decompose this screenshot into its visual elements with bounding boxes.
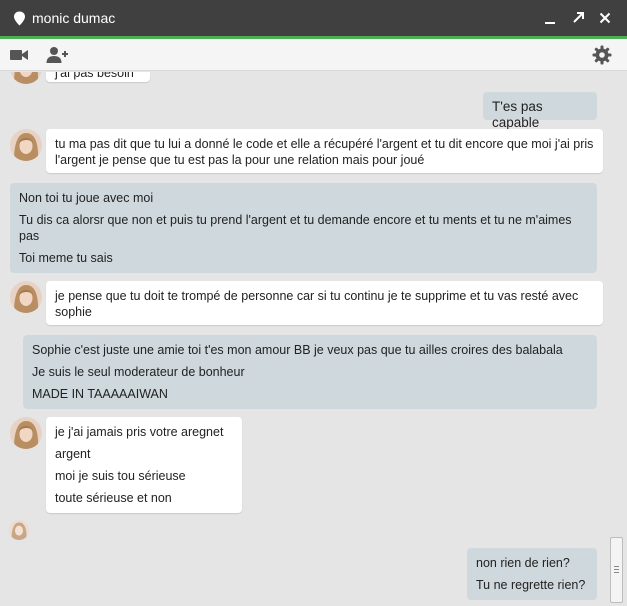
contact-avatar[interactable]	[10, 417, 42, 449]
seen-by-avatar	[9, 520, 29, 540]
incoming-message: je j'ai jamais pris votre aregnet argent…	[46, 417, 242, 513]
message-line: moi je suis tou sérieuse	[55, 469, 186, 483]
settings-button[interactable]	[590, 44, 614, 66]
incoming-message: je pense que tu doit te trompé de person…	[46, 281, 603, 325]
message-line: Tu dis ca alorsr que non et puis tu pren…	[19, 213, 572, 243]
outgoing-message: Sophie c'est juste une amie toi t'es mon…	[23, 335, 597, 409]
contact-avatar[interactable]	[10, 281, 42, 313]
message-list[interactable]: j'ai pas besoin T'es pas capable tu ma p…	[0, 72, 627, 606]
window-title: monic dumac	[32, 10, 116, 26]
outgoing-message: non rien de rien? Tu ne regrette rien?	[467, 548, 597, 600]
location-pin-icon	[14, 11, 25, 26]
scrollbar-grip-line	[614, 566, 619, 567]
contact-avatar-photo	[10, 281, 42, 313]
outgoing-message: T'es pas capable	[483, 92, 597, 130]
contact-avatar[interactable]	[10, 129, 42, 161]
chat-toolbar	[0, 39, 627, 71]
message-line: Sophie c'est juste une amie toi t'es mon…	[32, 343, 563, 357]
message-line: Toi meme tu sais	[19, 251, 113, 265]
minimize-button[interactable]	[542, 10, 558, 26]
message-line: T'es pas capable	[492, 99, 543, 130]
contact-avatar-photo	[10, 129, 42, 161]
message-scrollbar[interactable]	[610, 537, 623, 603]
pop-out-icon	[573, 12, 584, 23]
contact-avatar-photo	[10, 417, 42, 449]
message-line: j'ai pas besoin	[55, 72, 134, 80]
close-button[interactable]	[597, 10, 613, 26]
scrollbar-grip-line	[614, 569, 619, 570]
incoming-message: j'ai pas besoin	[46, 72, 150, 82]
message-line: je j'ai jamais pris votre aregnet	[55, 425, 224, 439]
message-line: non rien de rien?	[476, 556, 570, 570]
message-line: MADE IN TAAAAAIWAN	[32, 387, 168, 401]
seen-by-avatar-photo	[9, 520, 29, 540]
contact-avatar[interactable]	[10, 72, 42, 84]
chat-window-titlebar[interactable]: monic dumac	[0, 0, 627, 36]
scrollbar-grip-line	[614, 572, 619, 573]
pop-out-button[interactable]	[570, 10, 586, 26]
gear-icon	[592, 45, 612, 65]
message-line: je pense que tu doit te trompé de person…	[55, 289, 579, 319]
video-call-button[interactable]	[7, 44, 31, 66]
contact-avatar-photo	[10, 72, 42, 84]
message-line: Non toi tu joue avec moi	[19, 191, 154, 205]
message-line: Tu ne regrette rien?	[476, 578, 586, 592]
add-person-icon	[46, 47, 68, 63]
message-line: Je suis le seul moderateur de bonheur	[32, 365, 245, 379]
incoming-message: tu ma pas dit que tu lui a donné le code…	[46, 129, 603, 173]
message-line: argent	[55, 447, 91, 461]
close-icon	[599, 12, 611, 24]
minimize-icon	[545, 22, 555, 24]
message-line: toute sérieuse et non	[55, 491, 172, 505]
video-camera-icon	[10, 50, 28, 60]
outgoing-message: Non toi tu joue avec moi Tu dis ca alors…	[10, 183, 597, 273]
add-person-button[interactable]	[45, 44, 69, 66]
message-line: tu ma pas dit que tu lui a donné le code…	[55, 137, 594, 167]
